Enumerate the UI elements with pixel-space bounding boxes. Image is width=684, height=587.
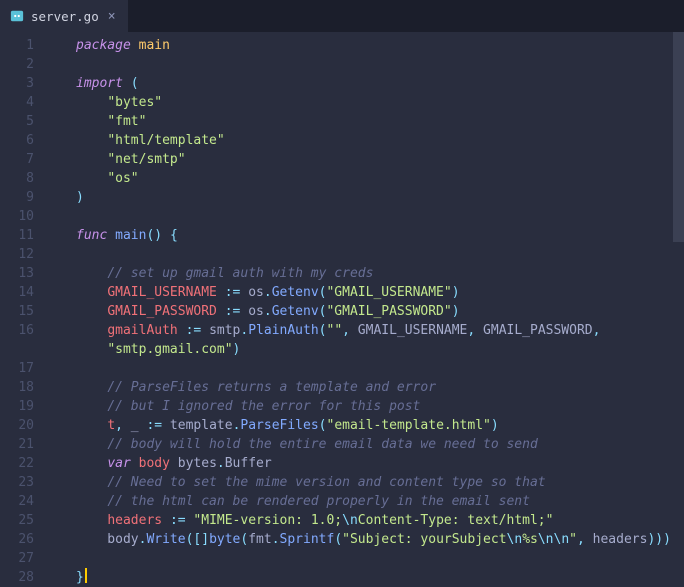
line-number: 27 bbox=[0, 549, 56, 568]
code-line[interactable]: headers := "MIME-version: 1.0;\nContent-… bbox=[76, 511, 684, 530]
code-line[interactable]: var body bytes.Buffer bbox=[76, 454, 684, 473]
line-number: 18 bbox=[0, 378, 56, 397]
line-number: 5 bbox=[0, 112, 56, 131]
code-line[interactable]: // ParseFiles returns a template and err… bbox=[76, 378, 684, 397]
line-number: 2 bbox=[0, 55, 56, 74]
line-number: 20 bbox=[0, 416, 56, 435]
line-number: 12 bbox=[0, 245, 56, 264]
code-line[interactable]: "html/template" bbox=[76, 131, 684, 150]
line-number: 23 bbox=[0, 473, 56, 492]
code-line[interactable] bbox=[76, 55, 684, 74]
line-number: 8 bbox=[0, 169, 56, 188]
line-number: 9 bbox=[0, 188, 56, 207]
code-line[interactable]: body.Write([]byte(fmt.Sprintf("Subject: … bbox=[76, 530, 684, 549]
code-line[interactable]: GMAIL_PASSWORD := os.Getenv("GMAIL_PASSW… bbox=[76, 302, 684, 321]
code-line[interactable]: // Need to set the mime version and cont… bbox=[76, 473, 684, 492]
code-line[interactable]: "net/smtp" bbox=[76, 150, 684, 169]
code-line[interactable]: // the html can be rendered properly in … bbox=[76, 492, 684, 511]
line-number: 19 bbox=[0, 397, 56, 416]
close-icon[interactable]: × bbox=[106, 9, 118, 24]
line-gutter: 1234567891011121314151617181920212223242… bbox=[0, 32, 56, 587]
line-number: 17 bbox=[0, 359, 56, 378]
code-line[interactable]: gmailAuth := smtp.PlainAuth("", GMAIL_US… bbox=[76, 321, 684, 340]
code-line[interactable]: "os" bbox=[76, 169, 684, 188]
code-line[interactable]: "bytes" bbox=[76, 93, 684, 112]
line-number bbox=[0, 340, 56, 359]
vertical-scrollbar[interactable] bbox=[673, 32, 684, 587]
line-number: 13 bbox=[0, 264, 56, 283]
editor[interactable]: 1234567891011121314151617181920212223242… bbox=[0, 32, 684, 587]
tab-filename: server.go bbox=[31, 9, 99, 24]
code-line[interactable]: GMAIL_USERNAME := os.Getenv("GMAIL_USERN… bbox=[76, 283, 684, 302]
tab-bar: server.go × bbox=[0, 0, 684, 32]
line-number: 16 bbox=[0, 321, 56, 340]
code-line[interactable]: package main bbox=[76, 36, 684, 55]
line-number: 15 bbox=[0, 302, 56, 321]
code-line[interactable] bbox=[76, 549, 684, 568]
line-number: 7 bbox=[0, 150, 56, 169]
go-file-icon bbox=[10, 9, 24, 23]
line-number: 4 bbox=[0, 93, 56, 112]
line-number: 24 bbox=[0, 492, 56, 511]
line-number: 28 bbox=[0, 568, 56, 587]
code-line[interactable]: // body will hold the entire email data … bbox=[76, 435, 684, 454]
code-area[interactable]: package main import ( "bytes" "fmt" "html… bbox=[56, 32, 684, 587]
line-number: 11 bbox=[0, 226, 56, 245]
line-number: 26 bbox=[0, 530, 56, 549]
code-line[interactable]: ) bbox=[76, 188, 684, 207]
code-line[interactable]: // but I ignored the error for this post bbox=[76, 397, 684, 416]
line-number: 14 bbox=[0, 283, 56, 302]
scroll-thumb[interactable] bbox=[673, 32, 684, 242]
tab-server-go[interactable]: server.go × bbox=[0, 0, 129, 32]
line-number: 25 bbox=[0, 511, 56, 530]
code-line[interactable]: // set up gmail auth with my creds bbox=[76, 264, 684, 283]
line-number: 6 bbox=[0, 131, 56, 150]
line-number: 3 bbox=[0, 74, 56, 93]
code-line[interactable]: "fmt" bbox=[76, 112, 684, 131]
line-number: 21 bbox=[0, 435, 56, 454]
code-line[interactable]: import ( bbox=[76, 74, 684, 93]
code-line[interactable]: func main() { bbox=[76, 226, 684, 245]
code-line[interactable] bbox=[76, 359, 684, 378]
code-line[interactable]: t, _ := template.ParseFiles("email-templ… bbox=[76, 416, 684, 435]
line-number: 22 bbox=[0, 454, 56, 473]
text-cursor bbox=[85, 568, 87, 583]
code-line[interactable]: "smtp.gmail.com") bbox=[76, 340, 684, 359]
line-number: 1 bbox=[0, 36, 56, 55]
code-line[interactable] bbox=[76, 207, 684, 226]
code-line[interactable] bbox=[76, 245, 684, 264]
code-line[interactable]: } bbox=[76, 568, 684, 587]
line-number: 10 bbox=[0, 207, 56, 226]
